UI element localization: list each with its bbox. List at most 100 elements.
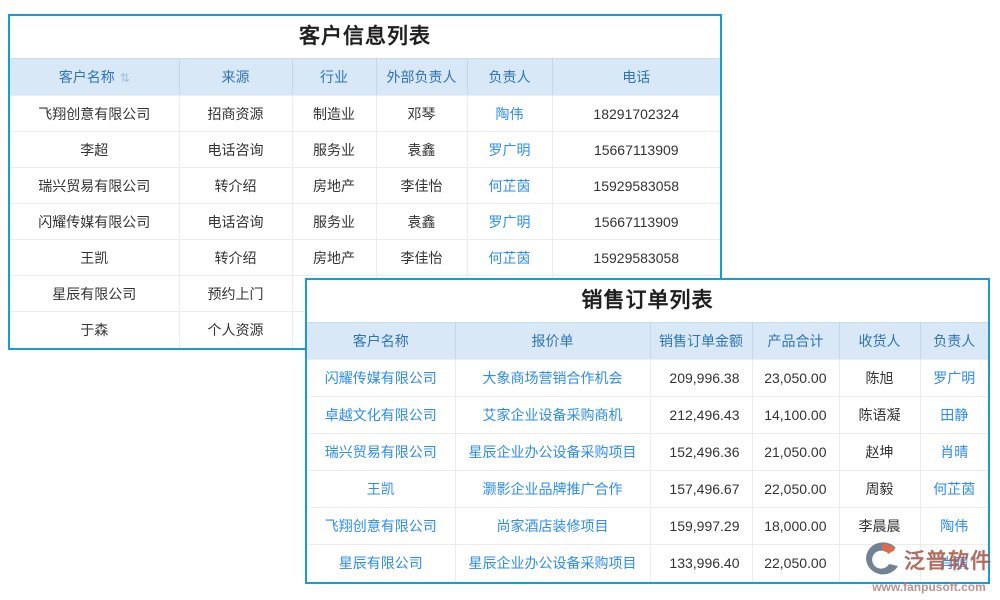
quote-cell: 大象商场营销合作机会 [455,360,650,397]
order-amount-cell: 133,996.40 [650,545,752,582]
source-cell: 招商资源 [179,96,292,132]
owner-link[interactable]: 陶伟 [940,518,968,534]
source-cell: 预约上门 [179,276,292,312]
order-table-header-row: 客户名称 报价单 销售订单金额 产品合计 收货人 负责人 [307,323,988,360]
quote-link[interactable]: 灏影企业品牌推广合作 [483,481,623,497]
customer-table-header-row: 客户名称⇅ 来源 行业 外部负责人 负责人 电话 [10,59,720,96]
order-amount-cell: 157,496.67 [650,471,752,508]
col-header-consignee: 收货人 [839,323,920,360]
quote-link[interactable]: 尚家酒店装修项目 [497,518,609,534]
phone-cell: 18291702324 [552,96,720,132]
owner-cell: 田静 [920,397,988,434]
col-header-phone: 电话 [552,59,720,96]
owner-link[interactable]: 陶伟 [496,106,524,122]
owner-link[interactable]: 肖晴 [940,555,968,571]
col-header-external-owner: 外部负责人 [376,59,467,96]
col-header-product-total: 产品合计 [752,323,839,360]
quote-link[interactable]: 艾家企业设备采购商机 [483,407,623,423]
source-cell: 电话咨询 [179,132,292,168]
customer-cell: 闪耀传媒有限公司 [307,360,455,397]
customer-cell: 王凯 [307,471,455,508]
customer-name-cell: 瑞兴贸易有限公司 [10,168,179,204]
owner-cell: 陶伟 [467,96,552,132]
customer-cell: 瑞兴贸易有限公司 [307,434,455,471]
product-total-cell: 21,050.00 [752,434,839,471]
industry-cell: 房地产 [292,168,376,204]
col-header-customer-name-label: 客户名称 [59,69,115,85]
customer-cell: 卓越文化有限公司 [307,397,455,434]
table-row: 星辰有限公司 星辰企业办公设备采购项目 133,996.40 22,050.00… [307,545,988,582]
phone-cell: 15667113909 [552,132,720,168]
sort-icon[interactable]: ⇅ [120,71,130,85]
industry-cell: 制造业 [292,96,376,132]
customer-link[interactable]: 瑞兴贸易有限公司 [325,444,437,460]
product-total-cell: 18,000.00 [752,508,839,545]
table-row: 闪耀传媒有限公司 电话咨询 服务业 袁鑫 罗广明 15667113909 [10,204,720,240]
quote-link[interactable]: 星辰企业办公设备采购项目 [469,444,637,460]
table-row: 飞翔创意有限公司 尚家酒店装修项目 159,997.29 18,000.00 李… [307,508,988,545]
customer-link[interactable]: 闪耀传媒有限公司 [325,370,437,386]
table-row: 瑞兴贸易有限公司 转介绍 房地产 李佳怡 何芷茵 15929583058 [10,168,720,204]
owner-link[interactable]: 罗广明 [933,370,975,386]
owner-cell: 罗广明 [467,204,552,240]
phone-cell: 15929583058 [552,168,720,204]
quote-cell: 尚家酒店装修项目 [455,508,650,545]
customer-link[interactable]: 王凯 [367,481,395,497]
owner-link[interactable]: 田静 [940,407,968,423]
table-row: 李超 电话咨询 服务业 袁鑫 罗广明 15667113909 [10,132,720,168]
external-owner-cell: 袁鑫 [376,132,467,168]
owner-link[interactable]: 何芷茵 [489,178,531,194]
quote-link[interactable]: 星辰企业办公设备采购项目 [469,555,637,571]
customer-link[interactable]: 飞翔创意有限公司 [325,518,437,534]
customer-link[interactable]: 卓越文化有限公司 [325,407,437,423]
customer-name-cell: 闪耀传媒有限公司 [10,204,179,240]
order-table: 客户名称 报价单 销售订单金额 产品合计 收货人 负责人 闪耀传媒有限公司 大象… [307,322,988,582]
owner-link[interactable]: 罗广明 [489,214,531,230]
source-cell: 转介绍 [179,240,292,276]
industry-cell: 服务业 [292,132,376,168]
table-row: 闪耀传媒有限公司 大象商场营销合作机会 209,996.38 23,050.00… [307,360,988,397]
phone-cell: 15667113909 [552,204,720,240]
consignee-cell: 陈旭 [839,360,920,397]
order-table-title: 销售订单列表 [307,280,988,322]
col-header-order-amount: 销售订单金额 [650,323,752,360]
product-total-cell: 14,100.00 [752,397,839,434]
owner-cell: 何芷茵 [467,240,552,276]
external-owner-cell: 李佳怡 [376,168,467,204]
col-header-customer-name: 客户名称 [307,323,455,360]
owner-link[interactable]: 何芷茵 [933,481,975,497]
customer-table-title: 客户信息列表 [10,16,720,58]
owner-cell: 何芷茵 [920,471,988,508]
col-header-quote: 报价单 [455,323,650,360]
customer-name-cell: 李超 [10,132,179,168]
col-header-owner: 负责人 [467,59,552,96]
col-header-customer-name[interactable]: 客户名称 ⇅ [10,59,179,96]
table-row: 飞翔创意有限公司 招商资源 制造业 邓琴 陶伟 18291702324 [10,96,720,132]
industry-cell: 房地产 [292,240,376,276]
owner-cell: 罗广明 [467,132,552,168]
owner-cell: 何芷茵 [467,168,552,204]
table-row: 卓越文化有限公司 艾家企业设备采购商机 212,496.43 14,100.00… [307,397,988,434]
consignee-cell [839,545,920,582]
industry-cell: 服务业 [292,204,376,240]
owner-link[interactable]: 何芷茵 [489,250,531,266]
table-row: 王凯 灏影企业品牌推广合作 157,496.67 22,050.00 周毅 何芷… [307,471,988,508]
owner-cell: 陶伟 [920,508,988,545]
owner-link[interactable]: 肖晴 [940,444,968,460]
customer-cell: 星辰有限公司 [307,545,455,582]
customer-link[interactable]: 星辰有限公司 [339,555,423,571]
consignee-cell: 陈语凝 [839,397,920,434]
quote-link[interactable]: 大象商场营销合作机会 [483,370,623,386]
order-amount-cell: 209,996.38 [650,360,752,397]
owner-link[interactable]: 罗广明 [489,142,531,158]
table-row: 王凯 转介绍 房地产 李佳怡 何芷茵 15929583058 [10,240,720,276]
order-amount-cell: 159,997.29 [650,508,752,545]
col-header-industry: 行业 [292,59,376,96]
owner-cell: 罗广明 [920,360,988,397]
quote-cell: 星辰企业办公设备采购项目 [455,545,650,582]
product-total-cell: 23,050.00 [752,360,839,397]
owner-cell: 肖晴 [920,545,988,582]
customer-cell: 飞翔创意有限公司 [307,508,455,545]
order-table-card: 销售订单列表 客户名称 报价单 销售订单金额 产品合计 收货人 负责人 闪耀传媒… [305,278,990,584]
quote-cell: 艾家企业设备采购商机 [455,397,650,434]
